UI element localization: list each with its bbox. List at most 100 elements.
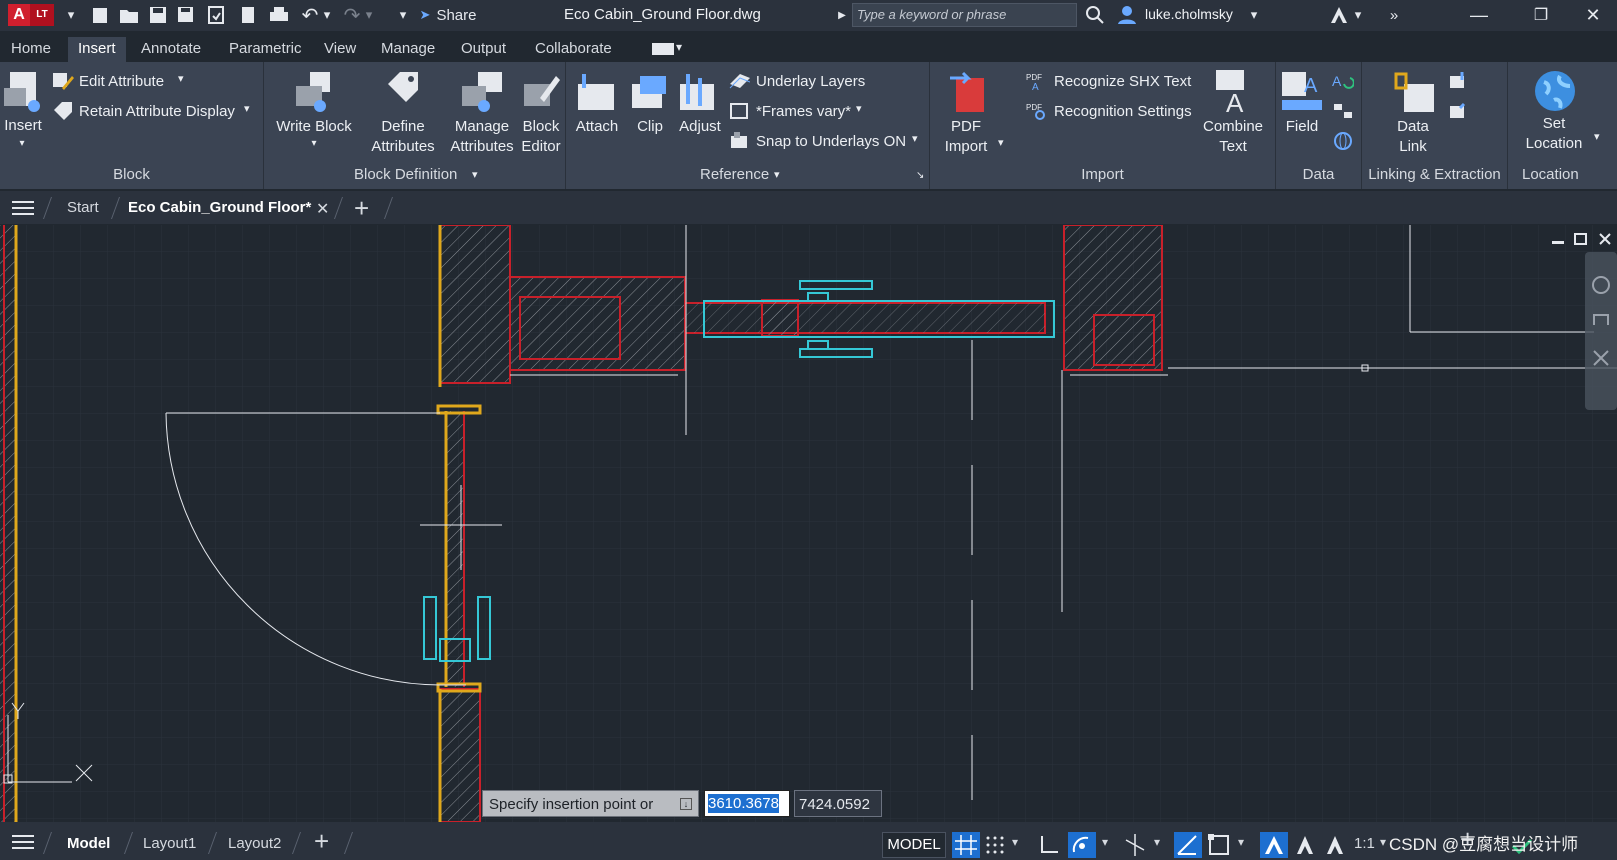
download-from-source-icon[interactable] [1448, 70, 1470, 92]
tab-manage[interactable]: Manage [381, 40, 435, 57]
panel-reference-label[interactable]: Reference [700, 166, 769, 183]
undo-icon[interactable]: ↶ [298, 4, 322, 27]
snap-dropdown-icon[interactable]: ▾ [1012, 835, 1018, 849]
share-button[interactable]: ➤ Share [418, 4, 478, 26]
recognize-shx-text-button[interactable]: Recognize SHX Text [1054, 73, 1191, 90]
set-location-button[interactable]: Set Location [1514, 114, 1594, 154]
new-file-icon[interactable] [90, 4, 110, 26]
data-link-button[interactable]: Data Link [1378, 117, 1448, 157]
plot-icon[interactable] [268, 4, 290, 26]
model-tab[interactable]: Model [67, 835, 110, 852]
object-snap-tracking-icon[interactable] [1174, 832, 1202, 858]
insert-button[interactable]: Insert [0, 116, 46, 136]
tab-view[interactable]: View [324, 40, 356, 57]
chevron-right-icon[interactable]: ▶ [836, 4, 848, 26]
search-icon[interactable] [1084, 4, 1106, 26]
quick-access-customize-icon[interactable]: ▾ [396, 4, 410, 26]
hamburger-menu-icon[interactable] [12, 200, 34, 216]
reference-dialog-launcher-icon[interactable]: ↘ [916, 170, 924, 181]
options-down-arrow-icon[interactable]: ↓ [680, 798, 692, 810]
user-name[interactable]: luke.cholmsky [1145, 6, 1233, 22]
frames-dropdown-icon[interactable]: ▾ [856, 102, 862, 115]
insert-dropdown-icon[interactable]: ▾ [16, 134, 28, 154]
layout2-tab[interactable]: Layout2 [228, 835, 281, 852]
autodesk-app-icon[interactable] [1328, 4, 1350, 26]
retain-attribute-dropdown-icon[interactable]: ▾ [244, 102, 250, 115]
pdf-import-dropdown-icon[interactable]: ▾ [998, 136, 1004, 149]
redo-dropdown-icon[interactable]: ▾ [364, 4, 374, 26]
pdf-import-button[interactable]: PDF Import [934, 117, 998, 157]
ribbon-minimize-icon[interactable] [652, 43, 674, 55]
tab-collaborate[interactable]: Collaborate [535, 40, 612, 57]
tab-annotate[interactable]: Annotate [141, 40, 201, 57]
manage-attributes-button[interactable]: Manage Attributes [446, 117, 518, 157]
app-dropdown-icon[interactable]: ▾ [1352, 4, 1364, 26]
edit-attribute-button[interactable]: Edit Attribute [79, 73, 164, 90]
grid-toggle-icon[interactable] [952, 832, 980, 858]
combine-text-button[interactable]: Combine Text [1198, 117, 1268, 157]
clip-button[interactable]: Clip [626, 117, 674, 137]
attach-button[interactable]: Attach [566, 117, 628, 137]
tab-insert[interactable]: Insert [68, 37, 126, 63]
search-input[interactable]: Type a keyword or phrase [852, 3, 1077, 27]
ortho-icon[interactable] [1036, 832, 1062, 858]
osnap-dropdown-icon[interactable]: ▾ [1238, 835, 1244, 849]
layout-menu-icon[interactable] [12, 834, 34, 850]
isodraft-dropdown-icon[interactable]: ▾ [1154, 835, 1160, 849]
undo-dropdown-icon[interactable]: ▾ [322, 4, 332, 26]
expand-icon[interactable]: » [1384, 4, 1404, 26]
y-coordinate-input[interactable]: 7424.0592 [794, 790, 882, 817]
snap-to-underlays-button[interactable]: Snap to Underlays ON [756, 133, 906, 150]
block-definition-dropdown-icon[interactable]: ▾ [472, 168, 478, 181]
import-icon[interactable] [238, 4, 258, 26]
frames-vary-dropdown[interactable]: *Frames vary* [756, 103, 851, 120]
annotation-scale-icon[interactable] [1322, 832, 1348, 858]
adjust-button[interactable]: Adjust [672, 117, 728, 137]
app-menu-button[interactable]: A LT [8, 4, 63, 26]
minimize-icon[interactable]: — [1464, 4, 1494, 26]
polar-dropdown-icon[interactable]: ▾ [1102, 835, 1108, 849]
redo-icon[interactable]: ↷ [340, 4, 364, 27]
object-snap-icon[interactable] [1206, 832, 1232, 858]
annotation-scale-value[interactable]: 1:1 [1354, 835, 1375, 852]
add-layout-button[interactable]: + [314, 826, 329, 857]
retain-attribute-display-button[interactable]: Retain Attribute Display [79, 103, 235, 120]
panel-block-definition-label[interactable]: Block Definition [354, 166, 457, 183]
define-attributes-button[interactable]: Define Attributes [368, 117, 438, 157]
set-location-dropdown-icon[interactable]: ▾ [1594, 130, 1600, 143]
isodraft-icon[interactable] [1122, 832, 1148, 858]
auto-scale-icon[interactable] [1292, 832, 1318, 858]
save-as-icon[interactable] [176, 4, 198, 26]
reference-dropdown-icon[interactable]: ▾ [774, 168, 780, 181]
publish-web-icon[interactable] [206, 4, 226, 26]
x-coordinate-input[interactable]: 3610.3678 [704, 790, 790, 817]
recognition-settings-button[interactable]: Recognition Settings [1054, 103, 1192, 120]
update-fields-icon[interactable]: A [1332, 70, 1354, 92]
hyperlink-globe-icon[interactable] [1332, 130, 1354, 152]
file-tab-start[interactable]: Start [67, 199, 99, 216]
new-tab-button[interactable]: + [354, 193, 369, 224]
table-link-icon[interactable] [1332, 100, 1354, 122]
restore-icon[interactable]: ❐ [1526, 4, 1556, 26]
save-icon[interactable] [148, 4, 168, 26]
user-icon[interactable] [1116, 4, 1138, 26]
navigation-bar[interactable] [1585, 252, 1617, 410]
write-block-dropdown-icon[interactable]: ▾ [308, 134, 320, 154]
snap-dropdown-icon[interactable]: ▾ [912, 132, 918, 145]
block-editor-button[interactable]: Block Editor [518, 117, 564, 157]
annotation-visibility-icon[interactable] [1260, 832, 1288, 858]
layout1-tab[interactable]: Layout1 [143, 835, 196, 852]
user-dropdown-icon[interactable]: ▾ [1248, 4, 1260, 26]
drawing-canvas[interactable]: Specify insertion point or ↓ 3610.3678 7… [0, 225, 1617, 822]
model-space-button[interactable]: MODEL [882, 832, 946, 858]
polar-tracking-icon[interactable] [1068, 832, 1096, 858]
close-tab-icon[interactable]: ✕ [316, 199, 329, 219]
snap-mode-icon[interactable] [984, 834, 1006, 856]
tab-output[interactable]: Output [461, 40, 506, 57]
tab-home[interactable]: Home [11, 40, 51, 57]
tab-parametric[interactable]: Parametric [229, 40, 302, 57]
scale-dropdown-icon[interactable]: ▾ [1380, 835, 1386, 849]
app-menu-dropdown-icon[interactable]: ▾ [64, 4, 78, 26]
file-tab-current[interactable]: Eco Cabin_Ground Floor* [128, 199, 311, 216]
edit-attribute-dropdown-icon[interactable]: ▾ [178, 72, 184, 85]
